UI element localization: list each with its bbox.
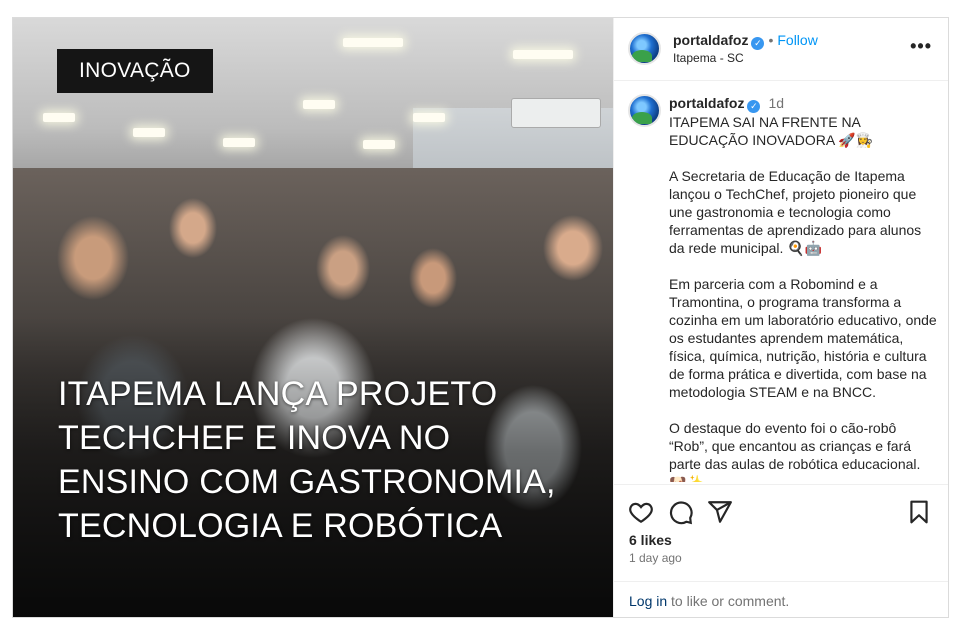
separator-dot: • — [768, 32, 774, 48]
post-caption: ITAPEMA SAI NA FRENTE NA EDUCAÇÃO INOVAD… — [669, 114, 937, 482]
header-user-row: portaldafoz ✓ • Follow — [673, 32, 818, 50]
likes-count[interactable]: 6 likes — [629, 532, 672, 548]
comments-area[interactable]: portaldafoz ✓ 1d ITAPEMA SAI NA FRENTE NA … — [614, 82, 948, 482]
air-conditioner — [511, 98, 601, 128]
share-icon[interactable] — [707, 499, 733, 525]
post-time[interactable]: 1d — [768, 95, 784, 111]
verified-badge-icon: ✓ — [747, 100, 761, 113]
image-headline: ITAPEMA LANÇA PROJETO TECHCHEF E INOVA N… — [58, 375, 556, 545]
location-link[interactable]: Itapema - SC — [673, 51, 744, 65]
heart-icon[interactable] — [628, 499, 654, 525]
follow-button[interactable]: Follow — [777, 32, 817, 48]
post-header: portaldafoz ✓ • Follow Itapema - SC ••• — [614, 18, 948, 81]
avatar[interactable] — [628, 32, 661, 65]
instagram-post: INOVAÇÃO ITAPEMA LANÇA PROJETO TECHCHEF … — [12, 17, 949, 618]
login-link[interactable]: Log in — [629, 593, 667, 609]
bookmark-icon[interactable] — [906, 499, 932, 525]
post-image[interactable]: INOVAÇÃO ITAPEMA LANÇA PROJETO TECHCHEF … — [13, 18, 613, 617]
more-horizontal-icon[interactable]: ••• — [910, 36, 932, 57]
login-prompt-text: to like or comment. — [667, 593, 790, 609]
post-date[interactable]: 1 day ago — [629, 551, 682, 565]
login-prompt: Log in to like or comment. — [614, 581, 948, 618]
post-sidebar: portaldafoz ✓ • Follow Itapema - SC ••• por… — [613, 18, 948, 617]
verified-badge-icon: ✓ — [751, 37, 765, 50]
category-tag: INOVAÇÃO — [57, 49, 213, 93]
comment-icon[interactable] — [668, 499, 694, 525]
avatar[interactable] — [628, 94, 661, 127]
caption-username-link[interactable]: portaldafoz — [669, 95, 744, 111]
caption-header: portaldafoz ✓ 1d — [669, 95, 784, 113]
username-link[interactable]: portaldafoz — [673, 32, 748, 48]
action-bar: 6 likes 1 day ago Log in to like or comm… — [614, 484, 948, 617]
